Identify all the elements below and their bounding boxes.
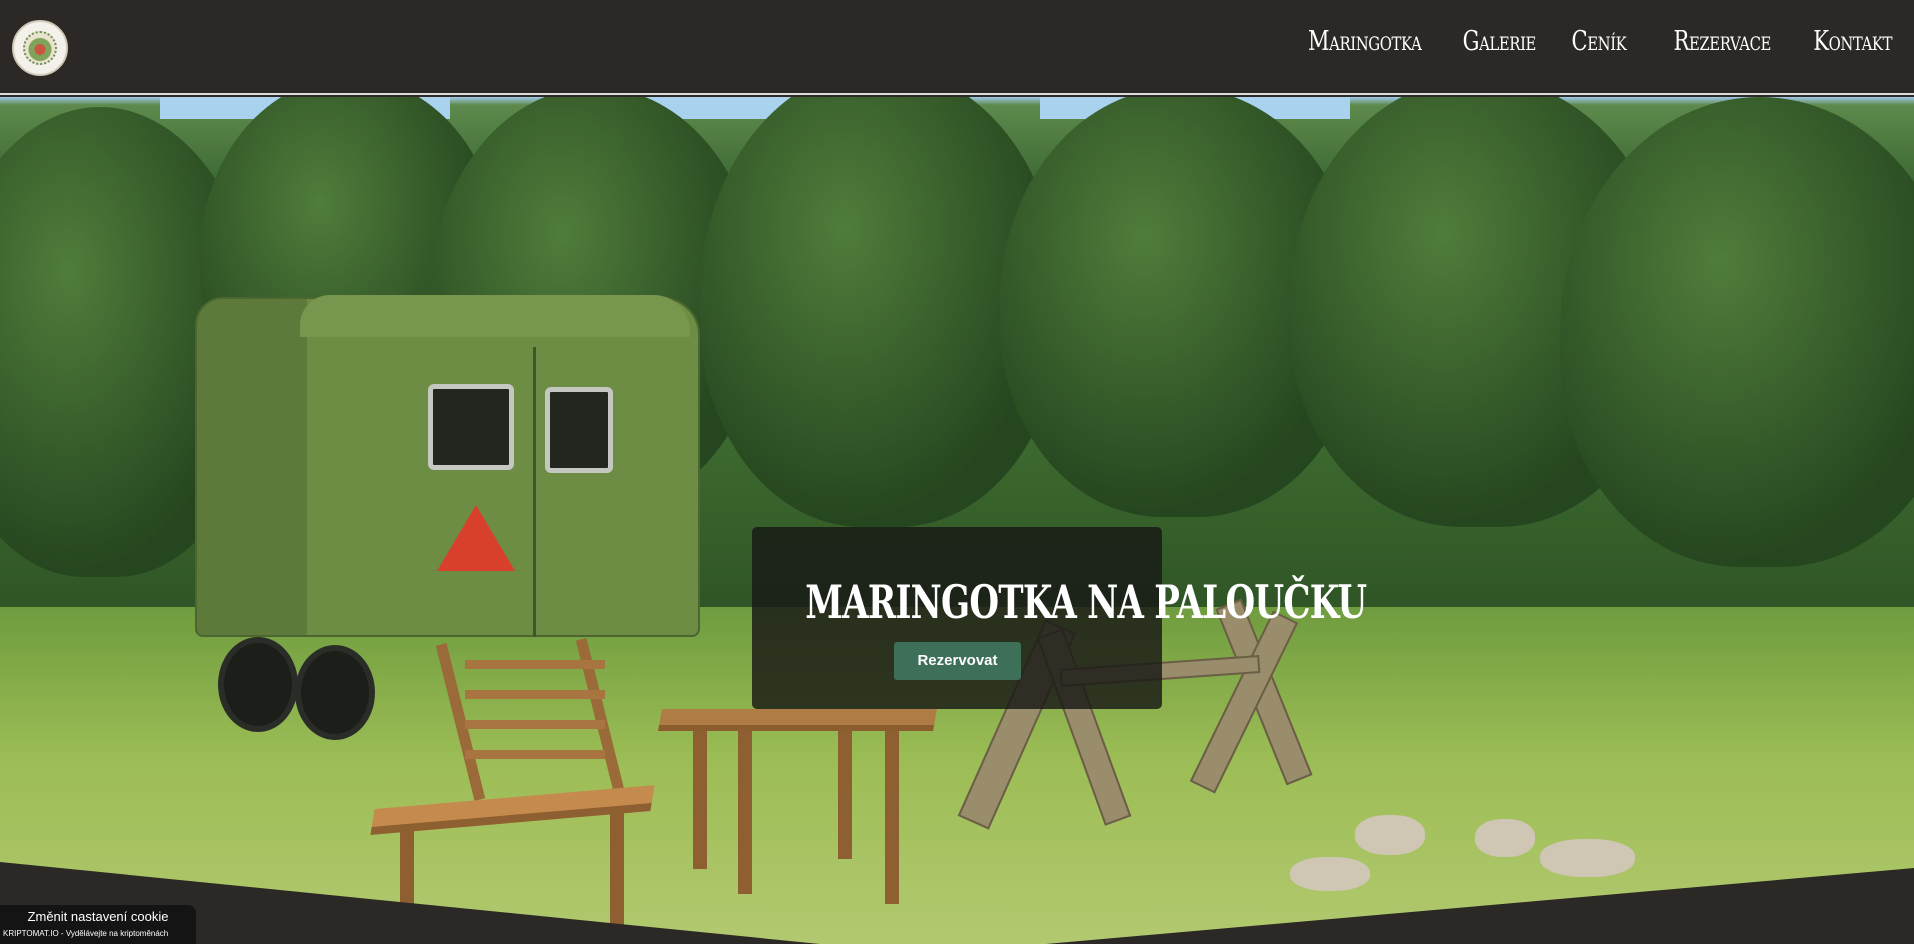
nav-item-cenik[interactable]: Ceník (1571, 26, 1626, 57)
nav-item-galerie[interactable]: Galerie (1462, 26, 1536, 57)
table-leg (838, 729, 852, 859)
nav-item-rezervace[interactable]: Rezervace (1673, 26, 1771, 57)
caravan-window (545, 387, 613, 473)
nav-item-kontakt[interactable]: Kontakt (1813, 26, 1892, 57)
wooden-table (658, 709, 937, 731)
table-leg (693, 729, 707, 869)
wooden-stairs (435, 638, 626, 801)
reserve-button[interactable]: Rezervovat (894, 642, 1021, 680)
table-leg (738, 729, 752, 894)
fire-pit-stone (1355, 815, 1425, 855)
nav-item-maringotka[interactable]: Maringotka (1308, 26, 1422, 57)
caravan-door-seam (533, 347, 536, 637)
logo-emblem-icon (23, 31, 57, 65)
cookie-settings-button[interactable]: Změnit nastavení cookie KRIPTOMAT.IO - V… (0, 905, 196, 944)
hero-image: Maringotka na paloučku Rezervovat (0, 97, 1914, 944)
fire-pit-stone (1290, 857, 1370, 891)
main-nav: Maringotka Galerie Ceník Rezervace Konta… (1276, 26, 1892, 57)
site-logo[interactable] (12, 20, 68, 76)
caravan-wheel (218, 637, 298, 732)
bench-leg (610, 809, 624, 939)
cookie-settings-label: Změnit nastavení cookie (27, 909, 169, 924)
caravan-window (428, 384, 514, 470)
fire-pit-stone (1540, 839, 1635, 877)
hero-title: Maringotka na paloučku (805, 575, 1367, 629)
cookie-ad-text: KRIPTOMAT.IO - Vydělávejte na kriptoměná… (3, 929, 169, 938)
hero-overlay: Maringotka na paloučku Rezervovat (752, 527, 1367, 709)
site-header: Maringotka Galerie Ceník Rezervace Konta… (0, 0, 1914, 95)
caravan-roof (300, 295, 690, 337)
table-leg (885, 729, 899, 904)
warning-triangle-icon (437, 505, 515, 571)
fire-pit-stone (1475, 819, 1535, 857)
caravan-wheel (295, 645, 375, 740)
